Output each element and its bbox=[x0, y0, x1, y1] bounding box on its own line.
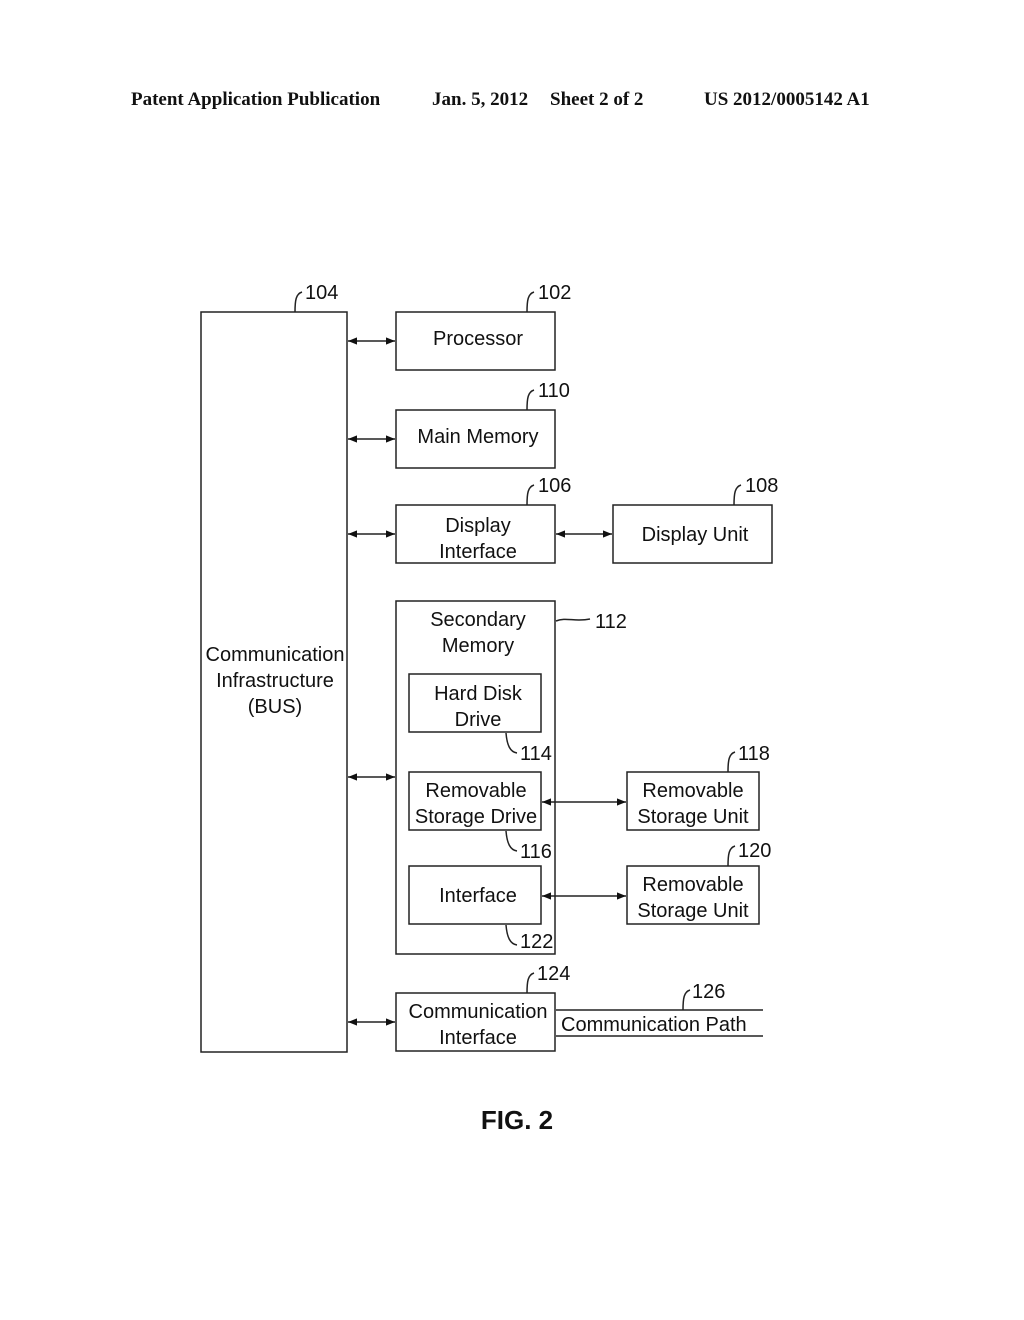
processor-block: Processor 102 bbox=[395, 282, 571, 371]
communication-path: Communication Path 126 bbox=[556, 981, 763, 1037]
processor-label: Processor bbox=[433, 328, 523, 350]
removable-storage-unit-118-label-line-2: Storage Unit bbox=[637, 806, 749, 828]
bus-block: Communication Infrastructure (BUS) 104 bbox=[200, 282, 348, 1053]
display-unit-block: Display Unit 108 bbox=[612, 475, 778, 564]
block-diagram: Communication Infrastructure (BUS) 104 P… bbox=[200, 282, 778, 1135]
secondary-memory-ref-number: 112 bbox=[595, 611, 627, 633]
removable-storage-unit-120-label-line-2: Storage Unit bbox=[637, 900, 749, 922]
processor-leader-line bbox=[526, 291, 535, 313]
display-interface-block: Display Interface 106 bbox=[395, 475, 571, 564]
hard-disk-drive-ref-number: 114 bbox=[520, 743, 552, 765]
hard-disk-drive-label-line-1: Hard Disk bbox=[434, 683, 523, 705]
bus-leader-line bbox=[294, 291, 303, 313]
removable-storage-drive-label-line-1: Removable bbox=[425, 780, 526, 802]
display-interface-ref-number: 106 bbox=[538, 475, 571, 497]
communication-path-label: Communication Path bbox=[561, 1014, 747, 1036]
display-interface-leader-line bbox=[526, 484, 535, 506]
bus-label-line-1: Communication bbox=[206, 644, 345, 666]
interface-ref-number: 122 bbox=[520, 931, 553, 953]
communication-interface-ref-number: 124 bbox=[537, 963, 570, 985]
removable-storage-unit-118-block: Removable Storage Unit 118 bbox=[626, 743, 770, 831]
main-memory-leader-line bbox=[526, 389, 535, 411]
hard-disk-drive-label-line-2: Drive bbox=[455, 709, 502, 731]
secondary-memory-label-line-2: Memory bbox=[442, 635, 514, 657]
removable-storage-unit-120-block: Removable Storage Unit 120 bbox=[626, 840, 771, 925]
main-memory-label: Main Memory bbox=[417, 426, 538, 448]
main-memory-block: Main Memory 110 bbox=[395, 380, 570, 469]
bus-label-line-2: Infrastructure bbox=[216, 670, 334, 692]
main-memory-ref-number: 110 bbox=[538, 380, 570, 402]
removable-storage-unit-118-ref-number: 118 bbox=[738, 743, 770, 765]
display-interface-label-line-1: Display bbox=[445, 515, 511, 537]
bus-label-line-3: (BUS) bbox=[248, 696, 302, 718]
removable-storage-unit-118-leader-line bbox=[727, 751, 736, 773]
removable-storage-unit-120-label-line-1: Removable bbox=[642, 874, 743, 896]
secondary-memory-label-line-1: Secondary bbox=[430, 609, 526, 631]
display-unit-leader-line bbox=[733, 484, 742, 506]
communication-path-leader-line bbox=[682, 989, 691, 1011]
removable-storage-drive-ref-number: 116 bbox=[520, 841, 552, 863]
display-unit-label: Display Unit bbox=[642, 524, 749, 546]
removable-storage-unit-120-leader-line bbox=[727, 845, 736, 867]
communication-path-ref-number: 126 bbox=[692, 981, 725, 1003]
communication-interface-label-line-2: Interface bbox=[439, 1027, 517, 1049]
secondary-memory-leader-line bbox=[555, 618, 591, 622]
display-interface-label-line-2: Interface bbox=[439, 541, 517, 563]
communication-interface-leader-line bbox=[526, 972, 535, 994]
removable-storage-drive-label-line-2: Storage Drive bbox=[415, 806, 537, 828]
communication-interface-block: Communication Interface 124 bbox=[395, 963, 570, 1052]
removable-storage-unit-120-ref-number: 120 bbox=[738, 840, 771, 862]
figure-label: FIG. 2 bbox=[481, 1105, 553, 1135]
removable-storage-unit-118-label-line-1: Removable bbox=[642, 780, 743, 802]
bus-ref-number: 104 bbox=[305, 282, 338, 304]
communication-interface-label-line-1: Communication bbox=[409, 1001, 548, 1023]
interface-label: Interface bbox=[439, 885, 517, 907]
processor-ref-number: 102 bbox=[538, 282, 571, 304]
display-unit-ref-number: 108 bbox=[745, 475, 778, 497]
